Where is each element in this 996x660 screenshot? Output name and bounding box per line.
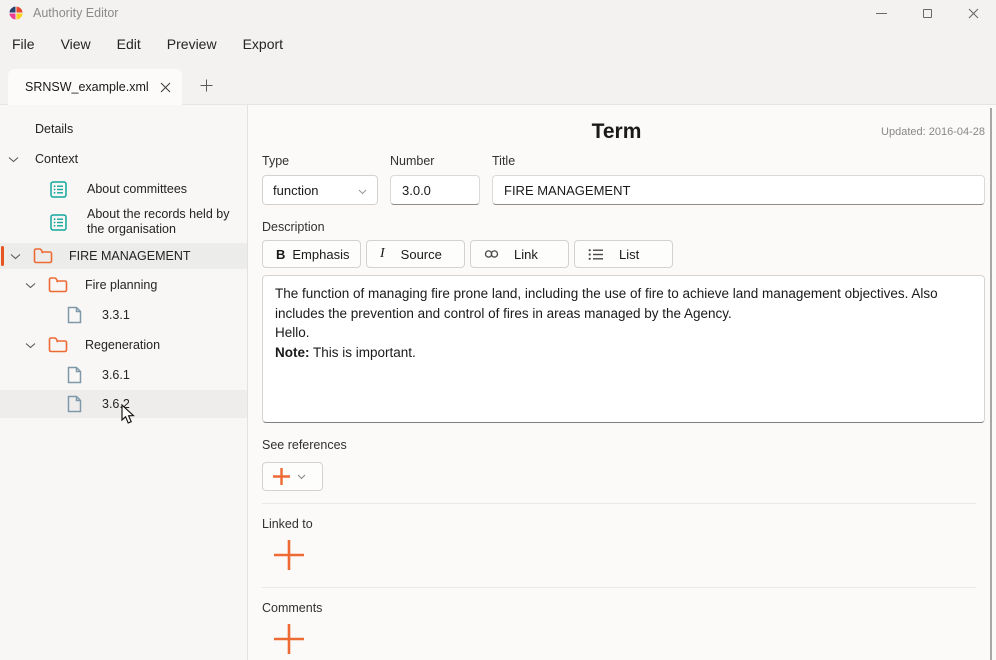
list-button[interactable]: List xyxy=(574,240,673,268)
tree-item-3-6-2[interactable]: 3.6.2 xyxy=(0,390,247,418)
number-input[interactable]: 3.0.0 xyxy=(390,175,480,205)
tree-item-about-committees[interactable]: About committees xyxy=(0,174,247,204)
source-button[interactable]: I Source xyxy=(366,240,465,268)
chevron-down-icon[interactable] xyxy=(25,282,36,289)
page-title: Term xyxy=(262,120,881,144)
tab-srnsw-example[interactable]: SRNSW_example.xml xyxy=(8,69,182,105)
menu-view[interactable]: View xyxy=(61,36,91,52)
number-label: Number xyxy=(390,154,480,168)
tree-item-fire-planning[interactable]: Fire planning xyxy=(0,270,247,300)
tree-item-3-3-1[interactable]: 3.3.1 xyxy=(0,300,247,330)
app-title: Authority Editor xyxy=(33,6,118,20)
add-comment-button[interactable] xyxy=(272,622,306,656)
plus-icon xyxy=(272,467,291,486)
document-icon xyxy=(67,366,82,384)
type-select[interactable]: function xyxy=(262,175,378,205)
minimize-button[interactable] xyxy=(858,0,904,26)
minimize-icon xyxy=(876,13,887,14)
chevron-down-icon[interactable] xyxy=(10,253,21,260)
sidebar-tree: Details Context About committees xyxy=(0,105,248,660)
list-icon xyxy=(588,248,604,261)
folder-icon xyxy=(48,277,68,293)
folder-icon xyxy=(33,248,53,264)
description-label: Description xyxy=(262,220,985,234)
term-editor-panel: Term Updated: 2016-04-28 Type function N… xyxy=(248,105,996,660)
chevron-down-icon xyxy=(358,183,367,198)
close-icon xyxy=(160,82,171,93)
link-icon xyxy=(484,249,499,259)
vertical-scrollbar[interactable] xyxy=(990,108,992,660)
description-line2: Hello. xyxy=(275,323,972,343)
folder-icon xyxy=(48,337,68,353)
tree-item-context[interactable]: Context xyxy=(0,144,247,174)
menu-export[interactable]: Export xyxy=(243,36,283,52)
emphasis-button[interactable]: B Emphasis xyxy=(262,240,361,268)
see-references-label: See references xyxy=(262,438,985,452)
document-icon xyxy=(67,306,82,324)
new-tab-button[interactable] xyxy=(194,73,218,97)
type-label: Type xyxy=(262,154,378,168)
add-reference-button[interactable] xyxy=(262,462,323,491)
section-divider xyxy=(262,503,976,504)
link-button[interactable]: Link xyxy=(470,240,569,268)
tab-strip: SRNSW_example.xml xyxy=(0,62,996,105)
close-icon xyxy=(968,8,979,19)
description-note: Note: This is important. xyxy=(275,343,972,363)
tab-close-button[interactable] xyxy=(154,76,176,98)
maximize-icon xyxy=(923,9,932,18)
title-bar: Authority Editor xyxy=(0,0,996,26)
tree-item-regeneration[interactable]: Regeneration xyxy=(0,330,247,360)
close-button[interactable] xyxy=(950,0,996,26)
description-paragraph: The function of managing fire prone land… xyxy=(275,284,972,323)
document-icon xyxy=(67,395,82,413)
bold-icon: B xyxy=(276,247,285,262)
linked-to-label: Linked to xyxy=(262,517,985,531)
plus-icon xyxy=(200,79,213,92)
tree-item-3-6-1[interactable]: 3.6.1 xyxy=(0,360,247,390)
chevron-down-icon[interactable] xyxy=(25,342,36,349)
chevron-down-icon[interactable] xyxy=(8,156,19,163)
title-label: Title xyxy=(492,154,985,168)
description-toolbar: B Emphasis I Source Link xyxy=(262,240,985,268)
tree-item-details[interactable]: Details xyxy=(0,114,247,144)
italic-icon: I xyxy=(380,246,385,262)
maximize-button[interactable] xyxy=(904,0,950,26)
updated-timestamp: Updated: 2016-04-28 xyxy=(881,126,985,138)
description-editor[interactable]: The function of managing fire prone land… xyxy=(262,275,985,423)
tree-item-fire-management[interactable]: FIRE MANAGEMENT xyxy=(0,243,247,269)
notes-icon xyxy=(50,214,67,231)
app-logo-icon xyxy=(8,5,24,21)
section-divider xyxy=(262,587,976,588)
selection-accent-bar xyxy=(1,246,4,266)
tree-item-about-records[interactable]: About the records held by the organisati… xyxy=(0,204,247,240)
comments-label: Comments xyxy=(262,601,985,615)
tab-label: SRNSW_example.xml xyxy=(25,80,154,94)
menu-edit[interactable]: Edit xyxy=(117,36,141,52)
menu-bar: File View Edit Preview Export xyxy=(0,26,996,62)
menu-file[interactable]: File xyxy=(12,36,35,52)
title-input[interactable]: FIRE MANAGEMENT xyxy=(492,175,985,205)
add-linked-button[interactable] xyxy=(272,538,306,572)
notes-icon xyxy=(50,181,67,198)
chevron-down-icon xyxy=(297,474,306,480)
menu-preview[interactable]: Preview xyxy=(167,36,217,52)
